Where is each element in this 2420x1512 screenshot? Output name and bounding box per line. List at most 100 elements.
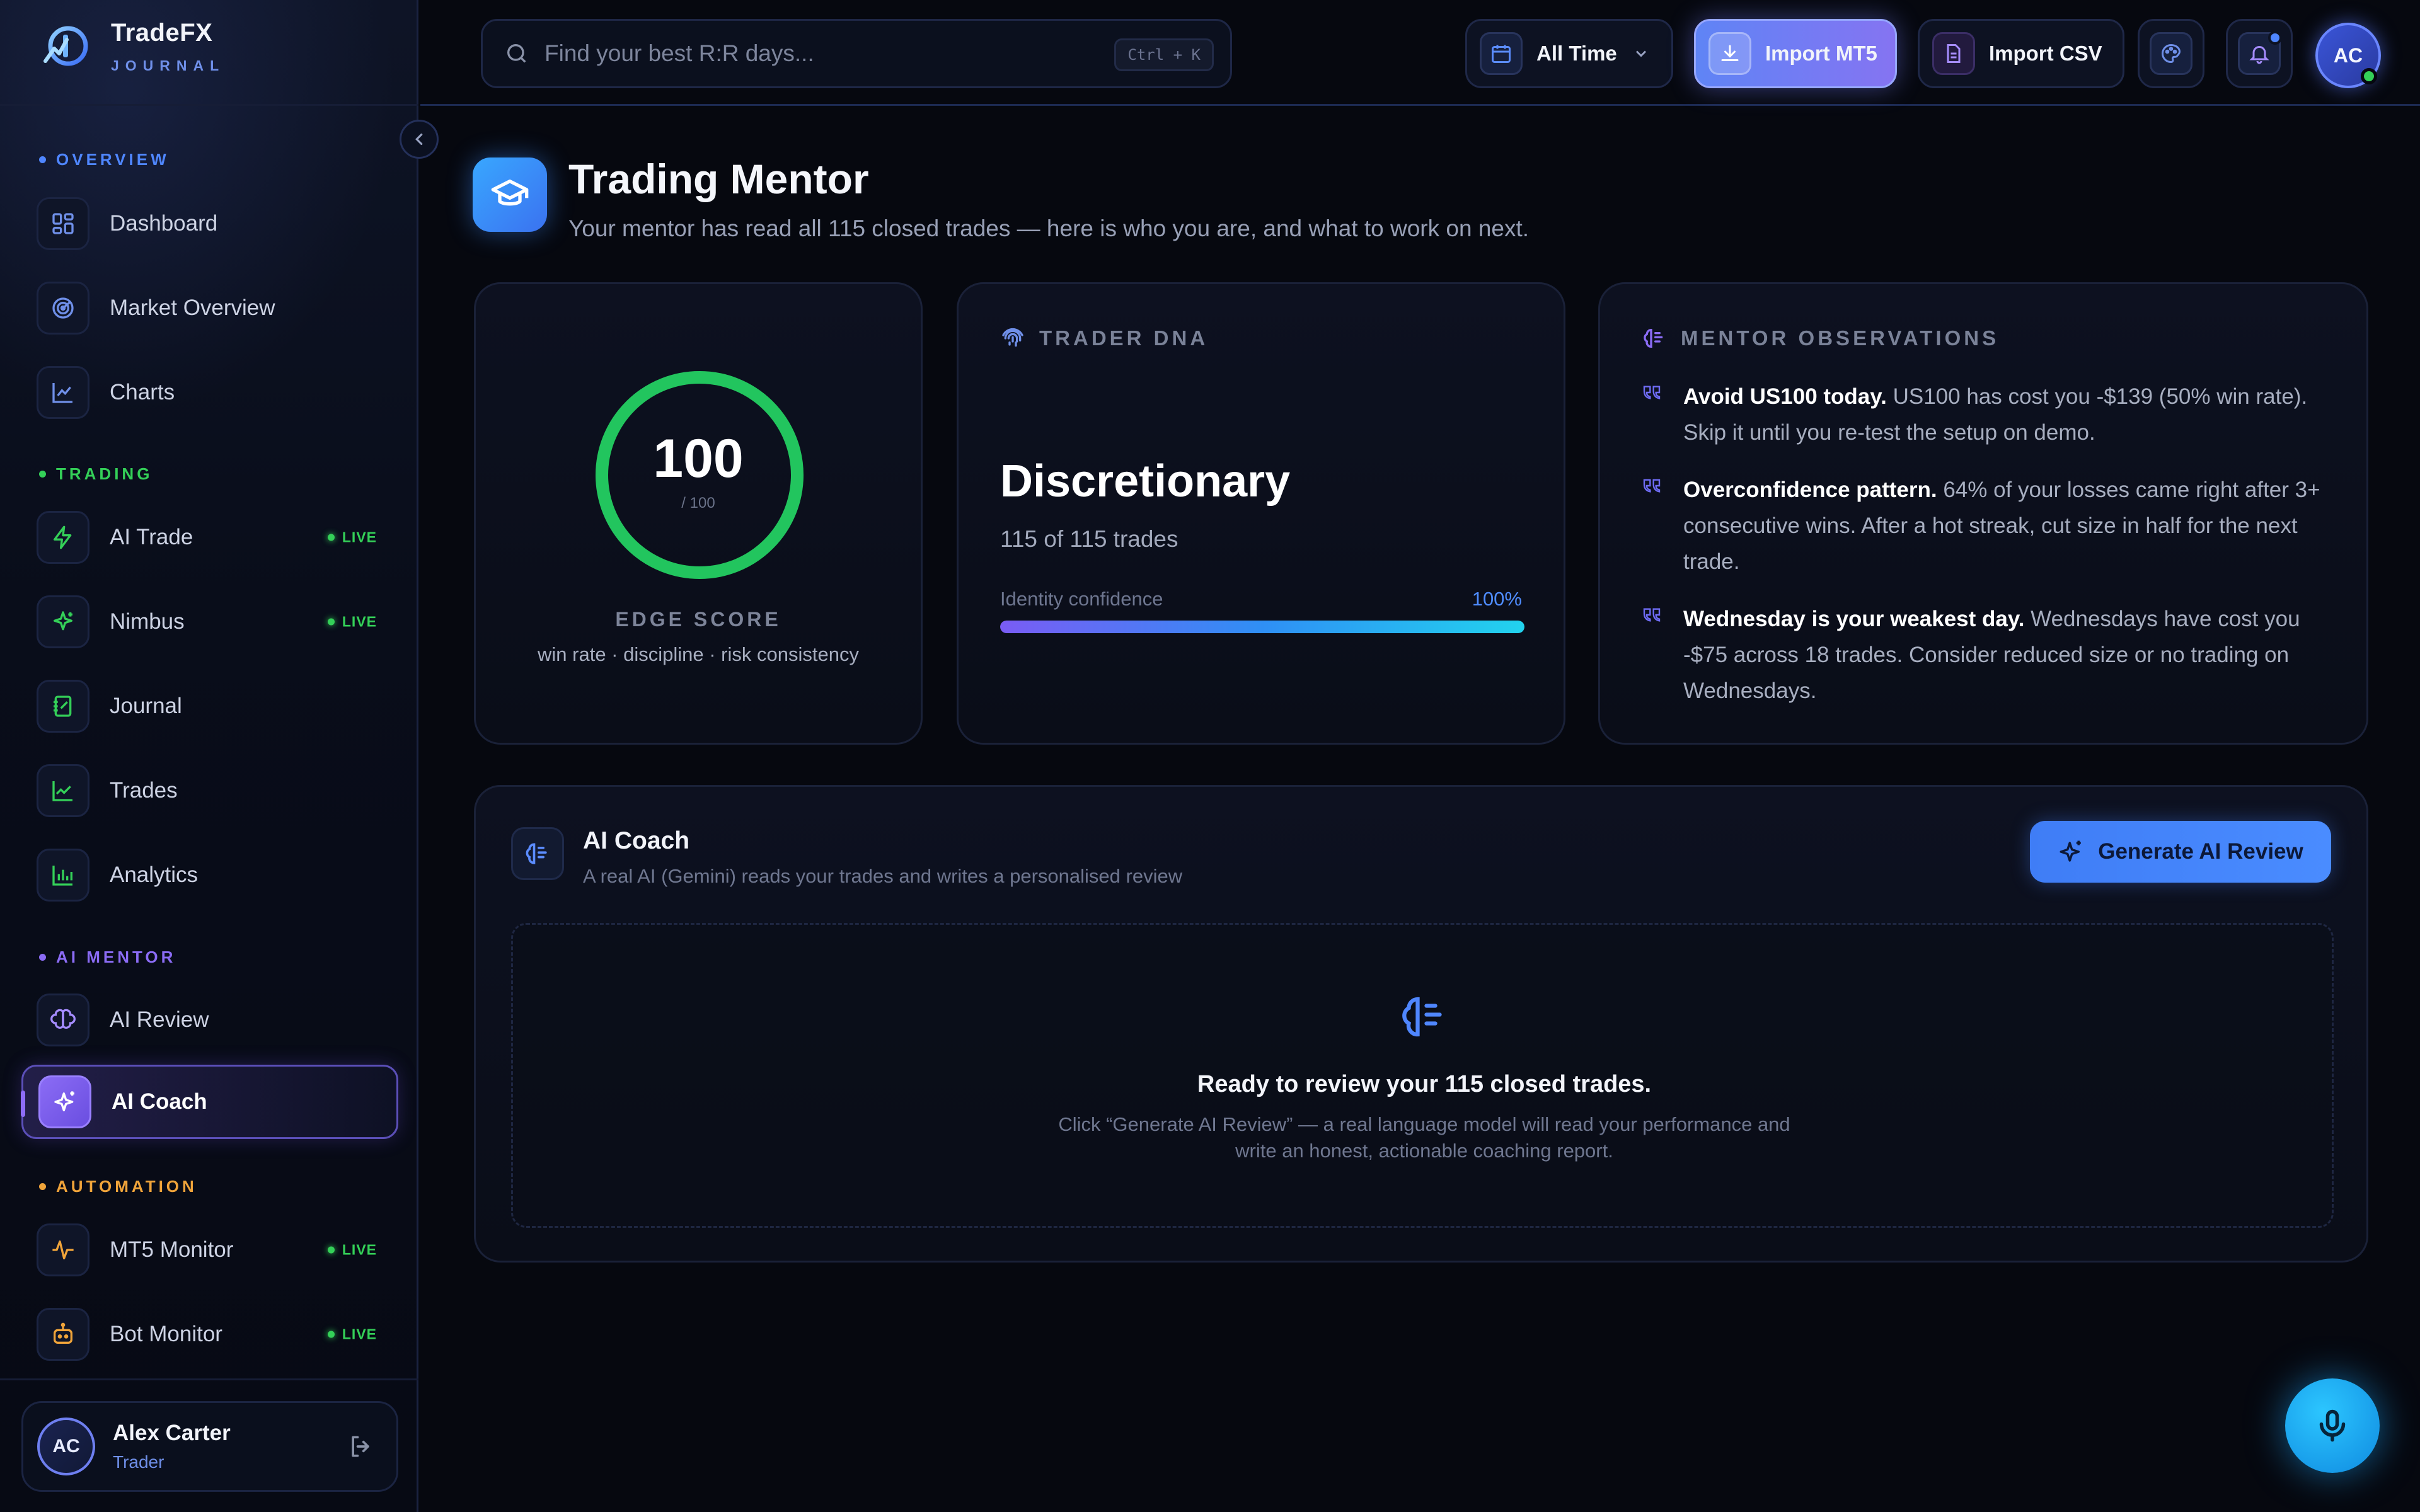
bolt-icon bbox=[37, 511, 89, 564]
theme-button[interactable] bbox=[2138, 19, 2204, 88]
sidebar-item-label: Charts bbox=[110, 380, 175, 404]
sparkles-icon bbox=[2060, 840, 2081, 862]
line-chart-icon bbox=[37, 764, 89, 817]
active-indicator bbox=[21, 1091, 25, 1117]
card-heading: TRADER DNA bbox=[1000, 326, 1208, 351]
sparkles-icon bbox=[38, 1075, 91, 1128]
sparkle-icon bbox=[37, 595, 89, 648]
quote-icon bbox=[1643, 386, 1661, 399]
page-header: Trading Mentor Your mentor has read all … bbox=[473, 156, 1529, 242]
file-icon bbox=[1932, 32, 1975, 75]
confidence-value: 100% bbox=[1472, 588, 1522, 610]
sidebar-item-label: Nimbus bbox=[110, 609, 185, 634]
section-dot bbox=[39, 156, 46, 163]
ai-coach-card: AI Coach A real AI (Gemini) reads your t… bbox=[474, 785, 2368, 1263]
avatar: AC bbox=[37, 1418, 95, 1475]
logo-icon bbox=[43, 26, 88, 66]
observation-item: Overconfidence pattern. 64% of your loss… bbox=[1642, 472, 2335, 580]
radar-icon bbox=[37, 282, 89, 335]
section-dot bbox=[39, 1183, 46, 1190]
section-dot bbox=[39, 954, 46, 961]
observation-text: Avoid US100 today. US100 has cost you -$… bbox=[1683, 384, 2308, 445]
mentor-observations-card: MENTOR OBSERVATIONS Avoid US100 today. U… bbox=[1598, 282, 2368, 745]
collapse-sidebar-button[interactable] bbox=[400, 120, 439, 159]
page-title: Trading Mentor bbox=[568, 156, 869, 202]
sidebar-item-label: AI Coach bbox=[112, 1089, 207, 1114]
live-badge: LIVE bbox=[327, 529, 377, 546]
notebook-icon bbox=[37, 680, 89, 733]
empty-state-line: Click “Generate AI Review” — a real lang… bbox=[1058, 1113, 1790, 1135]
ai-coach-header: AI Coach A real AI (Gemini) reads your t… bbox=[511, 827, 1182, 888]
sidebar-item-label: MT5 Monitor bbox=[110, 1237, 234, 1262]
section-label-text: OVERVIEW bbox=[56, 150, 170, 169]
trader-dna-card: TRADER DNA Discretionary 115 of 115 trad… bbox=[957, 282, 1565, 745]
search-input[interactable]: Find your best R:R days... Ctrl + K bbox=[481, 19, 1232, 88]
generate-ai-review-button[interactable]: Generate AI Review bbox=[2030, 821, 2331, 883]
topbar: Find your best R:R days... Ctrl + K All … bbox=[420, 0, 2420, 106]
bot-icon bbox=[37, 1308, 89, 1361]
section-label-ai-mentor: AI MENTOR bbox=[39, 948, 176, 967]
calendar-icon bbox=[1480, 32, 1523, 75]
brain-icon bbox=[37, 994, 89, 1046]
live-badge: LIVE bbox=[327, 1242, 377, 1259]
user-card[interactable]: AC Alex Carter Trader bbox=[21, 1401, 398, 1492]
observation-item: Wednesday is your weakest day. Wednesday… bbox=[1642, 601, 2335, 709]
sidebar-item-label: Journal bbox=[110, 694, 182, 718]
brain-icon bbox=[511, 827, 564, 880]
sidebar-item-label: Dashboard bbox=[110, 211, 218, 236]
sidebar-item-charts[interactable]: Charts bbox=[21, 355, 398, 430]
ai-coach-title: AI Coach bbox=[583, 827, 690, 854]
user-role: Trader bbox=[113, 1452, 164, 1472]
sidebar-item-nimbus[interactable]: Nimbus LIVE bbox=[21, 585, 398, 659]
edge-score-value: 100 bbox=[653, 428, 744, 489]
section-label-text: TRADING bbox=[56, 464, 153, 483]
sidebar-item-dashboard[interactable]: Dashboard bbox=[21, 186, 398, 261]
sidebar-item-ai-coach[interactable]: AI Coach bbox=[21, 1065, 398, 1139]
divider bbox=[0, 1378, 418, 1380]
sidebar-item-bot-monitor[interactable]: Bot Monitor LIVE bbox=[21, 1297, 398, 1372]
quote-icon bbox=[1643, 608, 1661, 622]
brain-icon bbox=[1402, 997, 1442, 1037]
notification-dot bbox=[2268, 31, 2282, 45]
import-csv-button[interactable]: Import CSV bbox=[1918, 19, 2124, 88]
observation-text: Wednesday is your weakest day. Wednesday… bbox=[1683, 607, 2300, 703]
bar-chart-icon bbox=[37, 849, 89, 902]
sidebar-item-label: Analytics bbox=[110, 862, 199, 887]
sidebar-item-label: AI Trade bbox=[110, 525, 193, 549]
section-label-text: AUTOMATION bbox=[56, 1177, 197, 1196]
sidebar-item-ai-trade[interactable]: AI Trade LIVE bbox=[21, 500, 398, 575]
voice-assistant-button[interactable] bbox=[2285, 1378, 2380, 1473]
sidebar-item-trades[interactable]: Trades bbox=[21, 753, 398, 828]
logout-icon[interactable] bbox=[347, 1433, 375, 1460]
sidebar-item-journal[interactable]: Journal bbox=[21, 669, 398, 743]
chevron-down-icon bbox=[1635, 50, 1646, 57]
live-badge: LIVE bbox=[327, 1326, 377, 1343]
section-label-overview: OVERVIEW bbox=[39, 150, 170, 169]
observation-item: Avoid US100 today. US100 has cost you -$… bbox=[1642, 379, 2335, 450]
grid-icon bbox=[37, 197, 89, 250]
search-placeholder: Find your best R:R days... bbox=[544, 40, 814, 66]
sidebar-item-label: Market Overview bbox=[110, 295, 275, 320]
notifications-button[interactable] bbox=[2226, 19, 2293, 88]
sidebar-item-ai-review[interactable]: AI Review bbox=[21, 983, 398, 1057]
date-range-select[interactable]: All Time bbox=[1465, 19, 1673, 88]
shortcut-hint: Ctrl + K bbox=[1114, 38, 1214, 71]
confidence-bar-fill bbox=[1000, 621, 1524, 633]
sidebar-item-market-overview[interactable]: Market Overview bbox=[21, 271, 398, 345]
empty-state-text: Click “Generate AI Review” — a real lang… bbox=[513, 1111, 2336, 1164]
sidebar-item-mt5-monitor[interactable]: MT5 Monitor LIVE bbox=[21, 1213, 398, 1287]
section-label-text: AI MENTOR bbox=[56, 948, 176, 966]
import-csv-label: Import CSV bbox=[1989, 42, 2102, 65]
divider bbox=[0, 104, 418, 106]
trader-type: Discretionary bbox=[1000, 456, 1291, 507]
sidebar-item-label: Trades bbox=[110, 778, 178, 803]
empty-state-line: write an honest, actionable coaching rep… bbox=[1235, 1140, 1613, 1162]
edge-score-description: win rate · discipline · risk consistency bbox=[538, 643, 859, 665]
download-icon bbox=[1708, 32, 1751, 75]
generate-ai-review-label: Generate AI Review bbox=[2098, 839, 2303, 864]
brand-logo[interactable]: TradeFX JOURNAL bbox=[39, 19, 225, 74]
section-label-trading: TRADING bbox=[39, 464, 153, 484]
import-mt5-button[interactable]: Import MT5 bbox=[1694, 19, 1897, 88]
sidebar-item-analytics[interactable]: Analytics bbox=[21, 838, 398, 912]
edge-score-card: 100 / 100 EDGE SCORE win rate · discipli… bbox=[474, 282, 923, 745]
